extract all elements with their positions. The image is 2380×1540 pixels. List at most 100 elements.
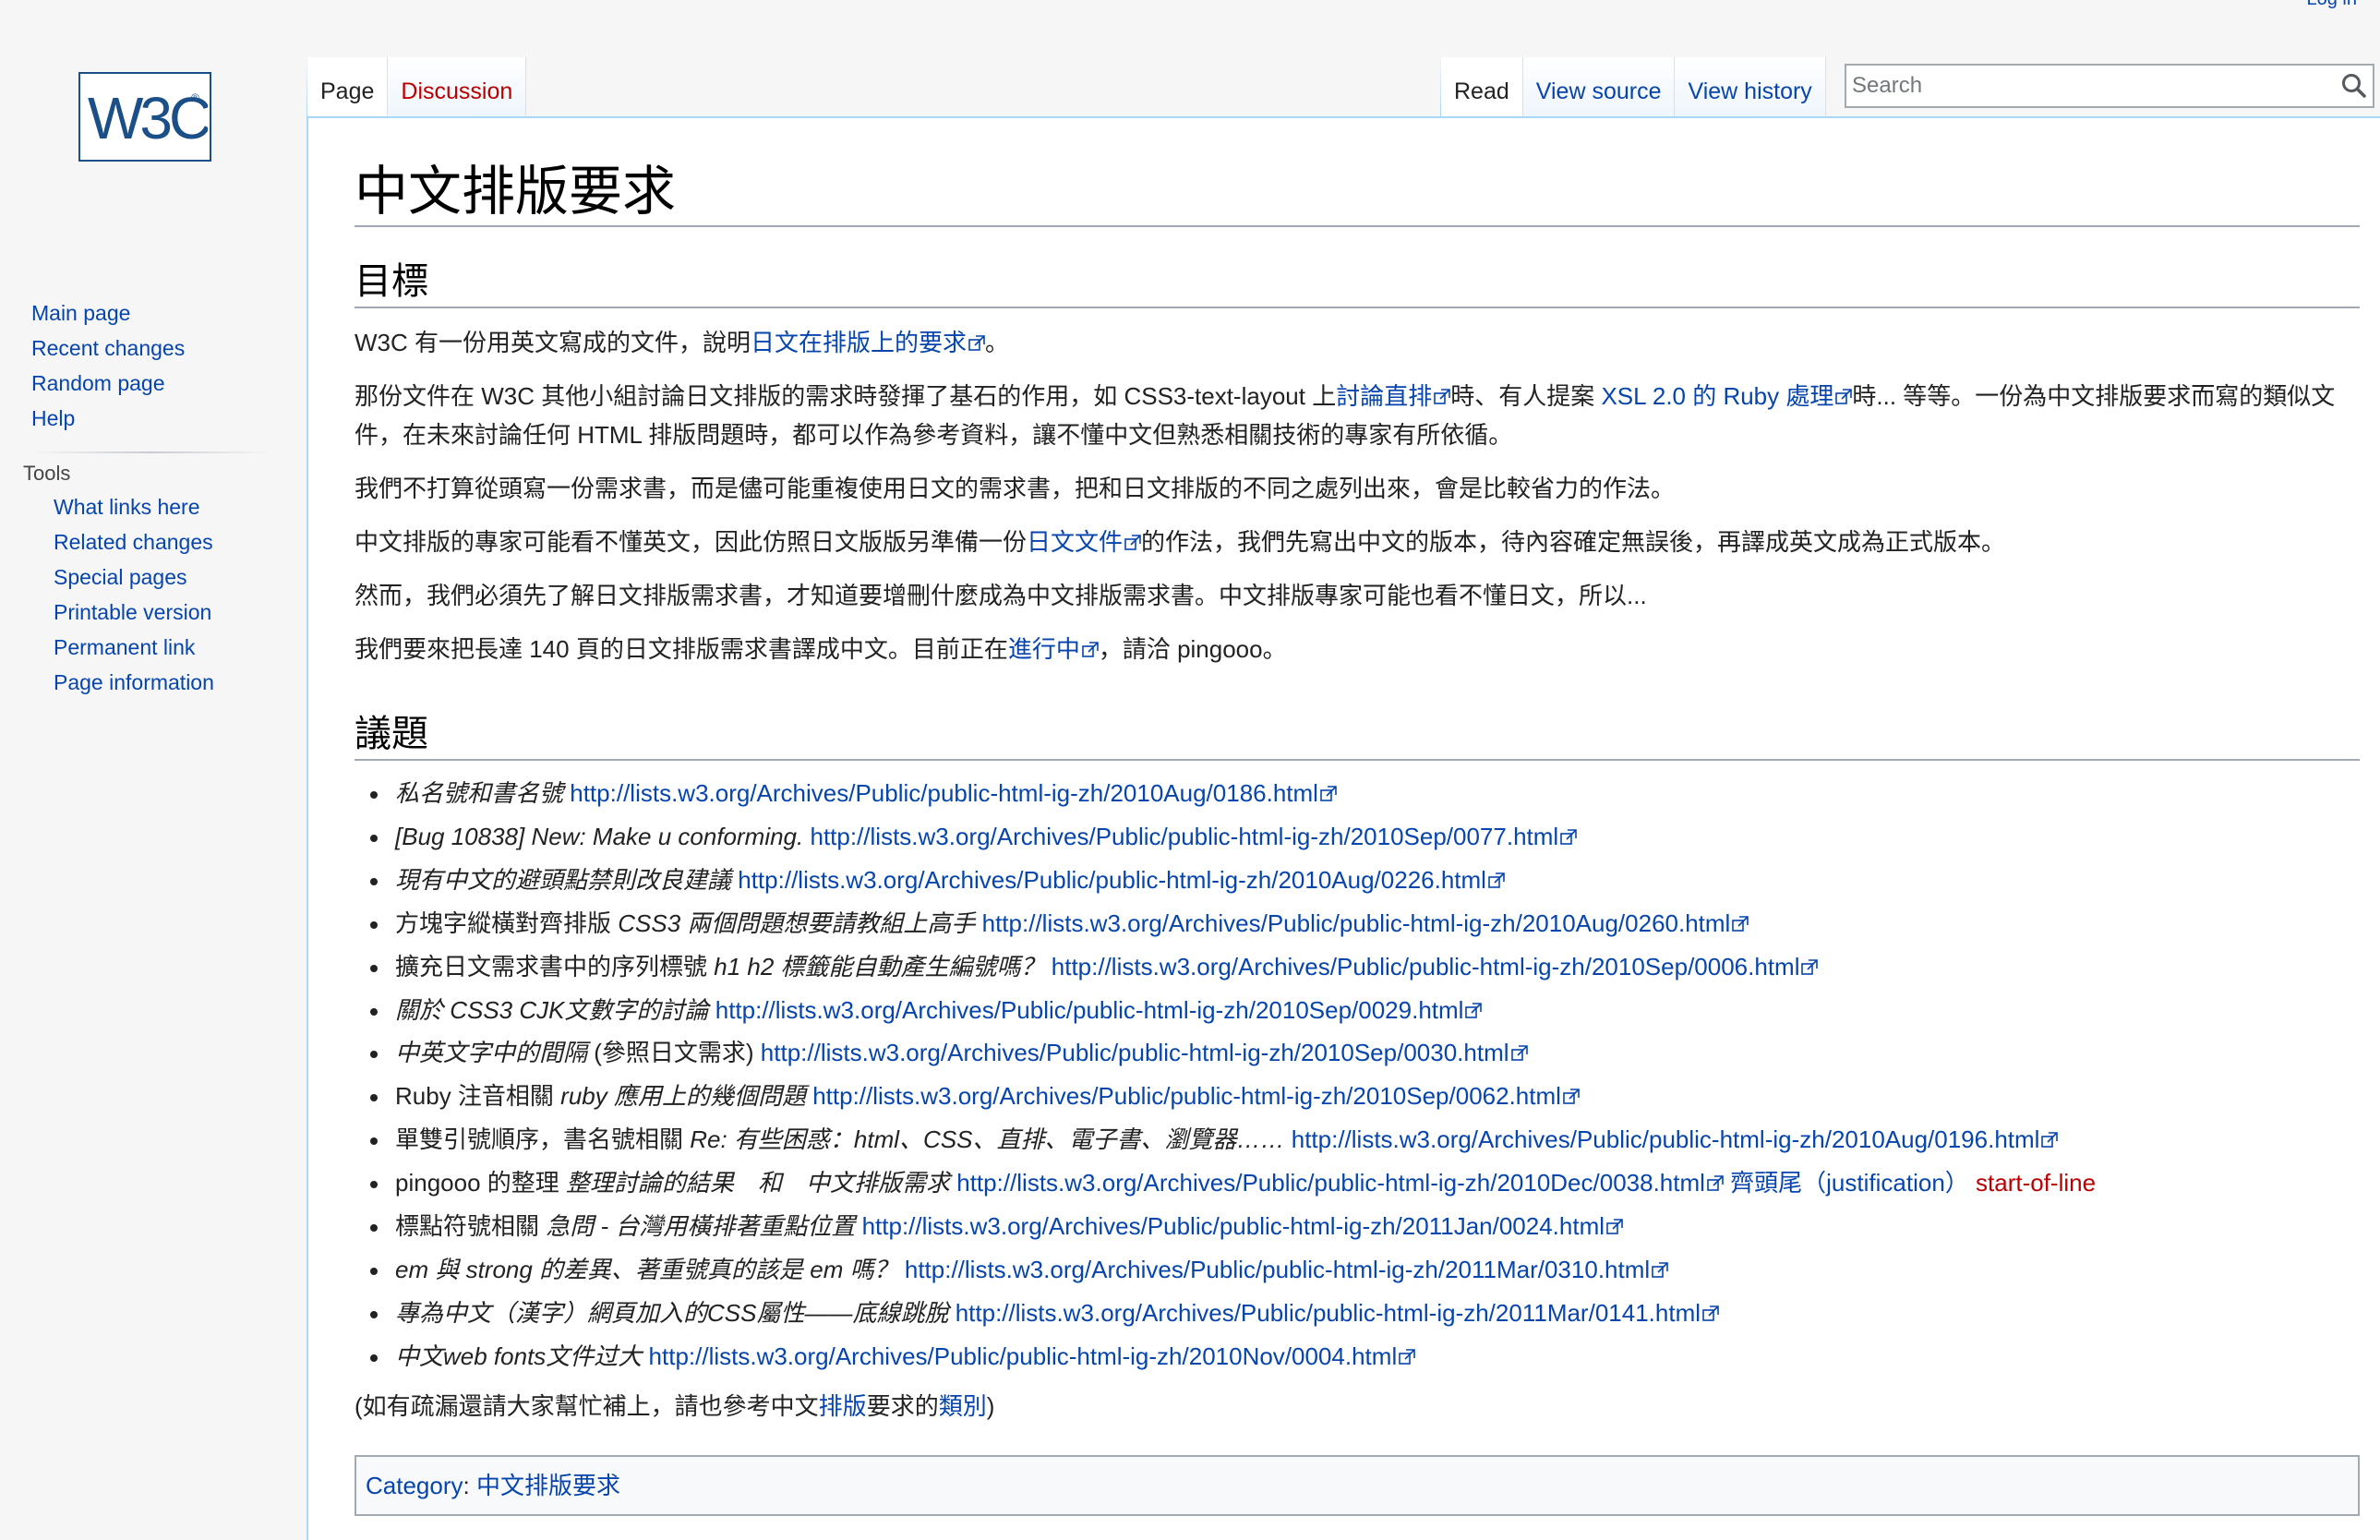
issue-url-link[interactable]: http://lists.w3.org/Archives/Public/publ… bbox=[812, 1082, 1561, 1110]
external-link-icon bbox=[1465, 1002, 1483, 1018]
issue-item: pingooo 的整理 整理討論的結果 和 中文排版需求 http://list… bbox=[355, 1161, 2096, 1205]
issue-url-link[interactable]: http://lists.w3.org/Archives/Public/publ… bbox=[738, 866, 1486, 894]
link-xsl-ruby[interactable]: XSL 2.0 的 Ruby 處理 bbox=[1601, 382, 1833, 410]
issue-subject: Re: 有些困惑：html、CSS、直排、電子書、瀏覽器…… bbox=[690, 1125, 1285, 1154]
sidebar-item-permanent-link[interactable]: Permanent link bbox=[54, 635, 195, 659]
w3c-logo-icon: W3C ® bbox=[88, 85, 208, 151]
external-link-icon bbox=[2041, 1132, 2059, 1149]
search-box bbox=[1845, 64, 2374, 108]
issue-item: 單雙引號順序，書名號相關 Re: 有些困惑：html、CSS、直排、電子書、瀏覽… bbox=[355, 1118, 2096, 1161]
footer-note-text: ) bbox=[986, 1392, 995, 1420]
sidebar-item-main-page[interactable]: Main page bbox=[31, 301, 130, 325]
link-japanese-document[interactable]: 日文文件 bbox=[1027, 528, 1123, 556]
issue-url-link[interactable]: http://lists.w3.org/Archives/Public/publ… bbox=[862, 1212, 1605, 1240]
content-area: 中文排版要求 目標 W3C 有一份用英文寫成的文件，說明日文在排版上的要求。 那… bbox=[307, 116, 2380, 1540]
external-link-icon bbox=[1652, 1262, 1668, 1278]
issue-topic: 單雙引號順序，書名號相關 bbox=[395, 1125, 691, 1154]
login-link[interactable]: Log in bbox=[2307, 0, 2358, 10]
link-category[interactable]: 類別 bbox=[939, 1392, 987, 1420]
issue-url-link[interactable]: http://lists.w3.org/Archives/Public/publ… bbox=[649, 1342, 1398, 1370]
tab-discussion[interactable]: Discussion bbox=[388, 57, 527, 118]
search-input[interactable] bbox=[1846, 66, 2338, 106]
sidebar-item-recent-changes[interactable]: Recent changes bbox=[31, 336, 185, 360]
paragraph-text: W3C 有一份用英文寫成的文件，說明 bbox=[355, 329, 751, 356]
paragraph-text: 的作法，我們先寫出中文的版本，待內容確定無誤後，再譯成英文成為正式版本。 bbox=[1141, 528, 2006, 556]
external-link-icon bbox=[1702, 1305, 1719, 1321]
issue-subject: 中英文字中的間隔 bbox=[395, 1039, 588, 1067]
external-link-icon bbox=[1732, 915, 1749, 932]
link-layout[interactable]: 排版 bbox=[819, 1392, 867, 1420]
issue-url-link[interactable]: http://lists.w3.org/Archives/Public/publ… bbox=[905, 1256, 1650, 1283]
link-japanese-layout[interactable]: 日文在排版上的要求 bbox=[751, 329, 967, 356]
sidebar-item-help[interactable]: Help bbox=[31, 406, 75, 430]
paragraph: 那份文件在 W3C 其他小組討論日文排版的需求時發揮了基石的作用，如 CSS3-… bbox=[355, 377, 2360, 454]
issue-url-link[interactable]: http://lists.w3.org/Archives/Public/publ… bbox=[761, 1039, 1509, 1066]
issue-subject: 私名號和書名號 bbox=[395, 779, 564, 807]
issue-item: 標點符號相關 急問 - 台灣用橫排著重點位置 http://lists.w3.o… bbox=[355, 1205, 2096, 1248]
issue-link-start-of-line[interactable]: start-of-line bbox=[1976, 1169, 2096, 1197]
section-rule bbox=[355, 307, 2360, 308]
issue-subject: 現有中文的避頭點禁則改良建議 bbox=[395, 865, 732, 894]
paragraph-text: 時、有人提案 bbox=[1450, 382, 1602, 410]
external-link-icon bbox=[1510, 1045, 1528, 1062]
link-in-progress[interactable]: 進行中 bbox=[1008, 635, 1080, 663]
issue-url-link[interactable]: http://lists.w3.org/Archives/Public/publ… bbox=[1292, 1125, 2040, 1153]
category-box: Category: 中文排版要求 bbox=[355, 1455, 2360, 1516]
issue-item: 現有中文的避頭點禁則改良建議 http://lists.w3.org/Archi… bbox=[355, 859, 2096, 902]
external-link-icon bbox=[968, 335, 985, 351]
sidebar-item-what-links-here[interactable]: What links here bbox=[54, 495, 200, 519]
issue-url-link[interactable]: http://lists.w3.org/Archives/Public/publ… bbox=[715, 996, 1464, 1024]
sidebar-item-special-pages[interactable]: Special pages bbox=[54, 565, 187, 589]
external-link-icon bbox=[1320, 786, 1337, 801]
tab-page-label: Page bbox=[320, 78, 375, 104]
issue-topic: 擴充日文需求書中的序列標號 bbox=[395, 952, 715, 981]
category-label-link[interactable]: Category bbox=[366, 1472, 463, 1499]
sidebar-item-printable-version[interactable]: Printable version bbox=[54, 600, 211, 624]
external-link-icon bbox=[1835, 389, 1853, 404]
issue-subject: CSS3 兩個問題想要請教組上高手 bbox=[618, 908, 976, 937]
tab-view-source[interactable]: View source bbox=[1522, 57, 1676, 118]
sidebar-item-page-information[interactable]: Page information bbox=[54, 670, 214, 694]
issue-link-justification[interactable]: 齊頭尾（justification） bbox=[1730, 1169, 1969, 1197]
section-rule bbox=[355, 759, 2360, 761]
tab-page[interactable]: Page bbox=[307, 57, 389, 118]
search-icon[interactable] bbox=[2339, 71, 2369, 101]
section-heading-issues: 議題 bbox=[355, 713, 428, 755]
issue-url-link[interactable]: http://lists.w3.org/Archives/Public/publ… bbox=[810, 823, 1558, 850]
tab-view-history-label: View history bbox=[1688, 78, 1812, 104]
issue-url-link[interactable]: http://lists.w3.org/Archives/Public/publ… bbox=[570, 779, 1318, 807]
issue-subject: 關於 CSS3 CJK文數字的討論 bbox=[395, 995, 709, 1024]
paragraph: W3C 有一份用英文寫成的文件，說明日文在排版上的要求。 bbox=[355, 323, 2360, 362]
paragraph-text: 那份文件在 W3C 其他小組討論日文排版的需求時發揮了基石的作用，如 CSS3-… bbox=[355, 382, 1337, 410]
issue-subject: ruby 應用上的幾個問題 bbox=[560, 1082, 806, 1111]
paragraph-text: 。 bbox=[985, 329, 1010, 356]
external-link-icon bbox=[1124, 535, 1141, 550]
sidebar-item-related-changes[interactable]: Related changes bbox=[54, 530, 213, 554]
issue-subject: 整理討論的結果 和 中文排版需求 bbox=[565, 1169, 950, 1197]
category-value-link[interactable]: 中文排版要求 bbox=[476, 1472, 620, 1499]
tab-view-history[interactable]: View history bbox=[1675, 57, 1826, 118]
category-separator: : bbox=[463, 1472, 476, 1499]
issue-url-link[interactable]: http://lists.w3.org/Archives/Public/publ… bbox=[956, 1169, 1705, 1197]
issue-topic: 標點符號相關 bbox=[395, 1212, 547, 1241]
external-link-icon bbox=[1488, 872, 1505, 888]
issue-url-link[interactable]: http://lists.w3.org/Archives/Public/publ… bbox=[956, 1299, 1701, 1327]
svg-text:®: ® bbox=[191, 91, 199, 104]
link-vertical-discussion[interactable]: 討論直排 bbox=[1336, 382, 1432, 410]
sidebar-tools-heading[interactable]: Tools bbox=[23, 458, 295, 489]
issue-item: [Bug 10838] New: Make u conforming. http… bbox=[355, 815, 2096, 859]
page-title: 中文排版要求 bbox=[355, 160, 677, 223]
issue-url-link[interactable]: http://lists.w3.org/Archives/Public/publ… bbox=[982, 909, 1731, 937]
sidebar: Main page Recent changes Random page Hel… bbox=[0, 295, 295, 700]
paragraph: 然而，我們必須先了解日文排版需求書，才知道要增刪什麼成為中文排版需求書。中文排版… bbox=[355, 582, 1647, 609]
sidebar-item-random-page[interactable]: Random page bbox=[31, 371, 165, 395]
issue-topic: Ruby 注音相關 bbox=[395, 1082, 561, 1111]
external-link-icon bbox=[1082, 642, 1099, 657]
tab-read[interactable]: Read bbox=[1441, 57, 1523, 118]
w3c-logo[interactable]: W3C ® bbox=[78, 72, 211, 162]
issue-url-link[interactable]: http://lists.w3.org/Archives/Public/publ… bbox=[1052, 953, 1800, 981]
paragraph-text: 中文排版的專家可能看不懂英文，因此仿照日文版版另準備一份 bbox=[355, 528, 1028, 556]
tab-view-source-label: View source bbox=[1535, 78, 1662, 104]
issue-subject: em 與 strong 的差異、著重號真的該是 em 嗎？ bbox=[395, 1255, 898, 1283]
issue-item: 方塊字縱橫對齊排版 CSS3 兩個問題想要請教組上高手 http://lists… bbox=[355, 902, 2096, 945]
